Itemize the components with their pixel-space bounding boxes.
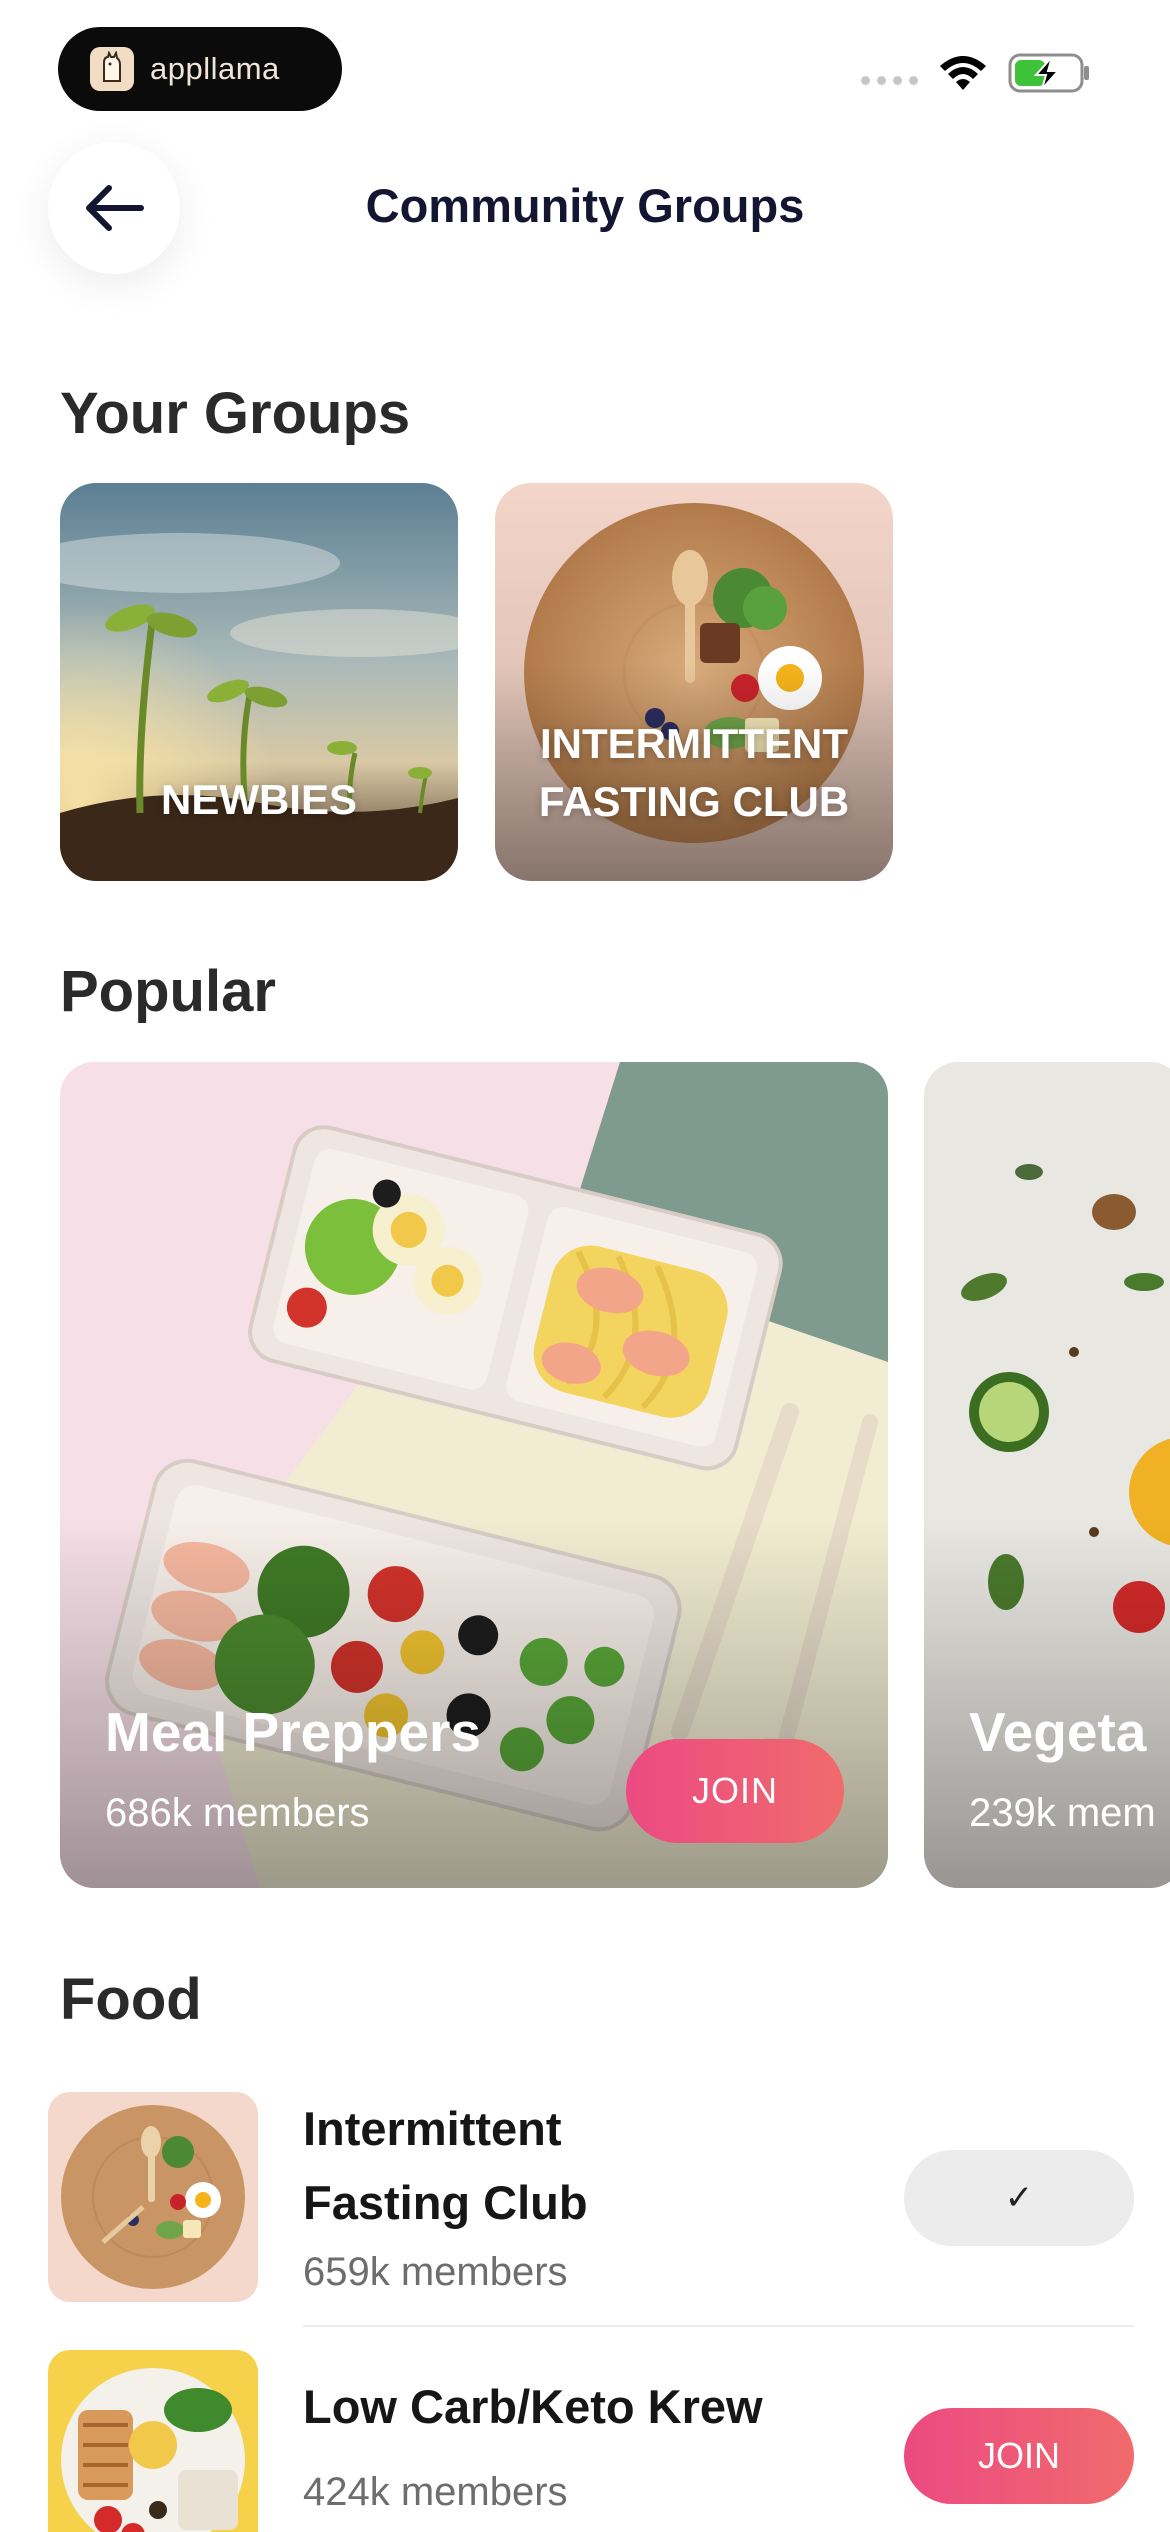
food-item-members: 659k members — [303, 2250, 568, 2294]
food-item-name: Intermittent Fasting Club — [303, 2092, 588, 2240]
popular-card-name: Vegeta — [969, 1701, 1147, 1763]
group-tile-intermittent-fasting[interactable]: INTERMITTENT FASTING CLUB — [495, 483, 893, 881]
brand-badge: appllama — [58, 27, 342, 111]
food-item-name-line: Fasting Club — [303, 2176, 588, 2229]
keto-plate-thumbnail — [48, 2350, 258, 2532]
battery-charging-icon — [1008, 53, 1089, 93]
status-icons — [861, 52, 1092, 94]
popular-card-members: 686k members — [105, 1791, 370, 1835]
llama-logo-icon — [90, 47, 134, 91]
wifi-icon — [940, 56, 986, 90]
food-item-name-line: Intermittent — [303, 2102, 562, 2155]
group-tile-newbies[interactable]: NEWBIES — [60, 483, 458, 881]
food-heading: Food — [60, 1967, 202, 2032]
clock-plate-thumbnail — [48, 2092, 258, 2302]
vegetables-image — [924, 1062, 1170, 1888]
join-button[interactable]: JOIN — [904, 2408, 1134, 2504]
list-divider — [303, 2325, 1134, 2327]
join-button[interactable]: JOIN — [626, 1739, 844, 1843]
popular-card-vegetarian[interactable]: Vegeta 239k mem — [924, 1062, 1170, 1888]
your-groups-heading: Your Groups — [60, 381, 411, 446]
checkmark-icon: ✓ — [1004, 2179, 1034, 2217]
food-item-name: Low Carb/Keto Krew — [303, 2380, 763, 2433]
joined-button[interactable]: ✓ — [904, 2150, 1134, 2246]
group-tile-label: INTERMITTENT FASTING CLUB — [538, 720, 850, 825]
popular-card-members: 239k mem — [969, 1791, 1156, 1835]
brand-name: appllama — [150, 51, 280, 86]
group-tile-label: NEWBIES — [160, 776, 357, 823]
food-item-members: 424k members — [303, 2470, 568, 2514]
popular-heading: Popular — [60, 959, 276, 1024]
signal-dots-icon — [861, 75, 918, 85]
popular-card-name: Meal Preppers — [105, 1701, 482, 1763]
popular-card-meal-preppers[interactable]: Meal Preppers 686k members JOIN — [60, 1062, 888, 1888]
page-title: Community Groups — [365, 179, 805, 232]
